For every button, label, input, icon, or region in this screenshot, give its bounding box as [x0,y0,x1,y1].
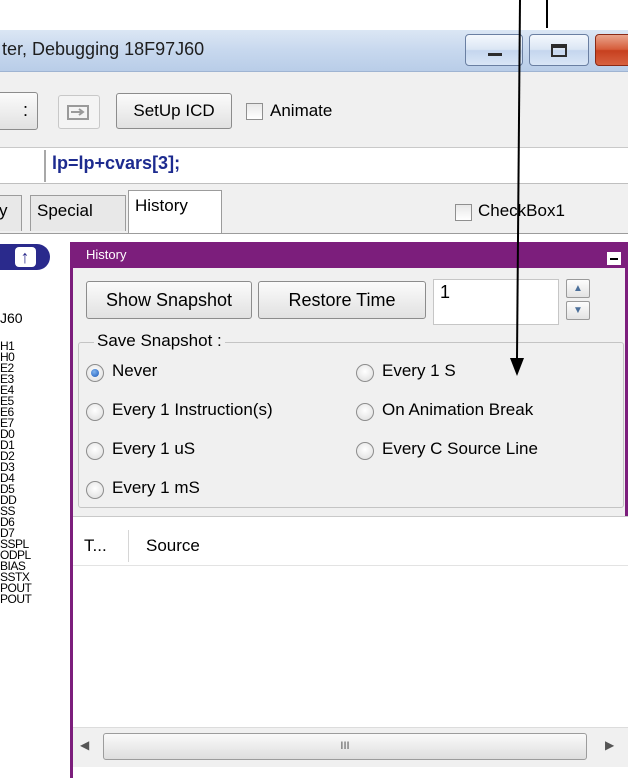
radio-every-ms-label: Every 1 mS [112,478,200,497]
source-separator [44,150,46,182]
save-snapshot-label: Save Snapshot : [94,331,225,351]
tab-history[interactable]: History [128,190,222,234]
window-title: ter, Debugging 18F97J60 [2,39,205,59]
current-source-line: lp=lp+cvars[3]; [52,153,181,173]
spin-down-button[interactable]: ▼ [566,301,590,320]
animate-label: Animate [270,101,333,120]
radio-every-instruction[interactable] [86,403,104,421]
maximize-button[interactable] [529,34,589,66]
tab-special[interactable]: Special [30,195,126,231]
radio-never-label: Never [112,361,158,380]
scroll-up-badge[interactable]: ↑ [0,244,50,270]
animate-checkbox[interactable] [246,103,263,120]
minimize-button[interactable] [465,34,523,66]
setup-icd-button[interactable]: SetUp ICD [116,93,232,129]
checkbox1-label: CheckBox1 [478,201,565,220]
radio-c-source-line[interactable] [356,442,374,460]
radio-animation-break[interactable] [356,403,374,421]
scroll-thumb[interactable]: III [103,733,587,760]
close-button[interactable] [595,34,628,66]
column-header-source[interactable]: Source [146,536,200,556]
toolbar-button-label: : [23,100,29,120]
radio-animation-break-label: On Animation Break [382,400,534,419]
radio-every-s[interactable] [356,364,374,382]
spin-up-button[interactable]: ▲ [566,279,590,298]
snapshot-count-input[interactable]: 1 [433,279,559,325]
register-list: H1 H0 E2 E3 E4 E5 E6 E7 D0 D1 D2 D3 D4 D… [0,340,32,606]
history-panel-header [72,244,628,268]
header-divider [73,565,628,566]
connect-icon [67,105,89,120]
show-snapshot-button[interactable]: Show Snapshot [86,281,252,319]
history-panel-title: History [86,247,127,262]
scroll-right-icon[interactable]: ▶ [605,738,614,752]
radio-every-s-label: Every 1 S [382,361,456,380]
radio-c-source-line-label: Every C Source Line [382,439,538,458]
column-divider[interactable] [128,530,129,562]
connect-icon-button[interactable] [58,95,100,129]
toolbar-button-partial[interactable]: : [0,92,38,130]
radio-every-ms[interactable] [86,481,104,499]
radio-every-instruction-label: Every 1 Instruction(s) [112,400,273,419]
radio-never[interactable] [86,364,104,382]
device-label: J60 [0,310,23,326]
register-item: POUT [0,592,32,606]
up-arrow-icon: ↑ [14,247,36,267]
checkbox1[interactable] [455,204,472,221]
panel-minimize-button[interactable] [607,252,621,265]
radio-every-us[interactable] [86,442,104,460]
maximize-icon [551,44,567,57]
tab-baseline [0,233,628,234]
radio-every-us-label: Every 1 uS [112,439,196,458]
tab-partial[interactable]: y [0,195,22,231]
minimize-icon [488,53,502,56]
column-header-time[interactable]: T... [84,536,107,556]
restore-time-button[interactable]: Restore Time [258,281,426,319]
scroll-left-icon[interactable]: ◀ [80,738,89,752]
